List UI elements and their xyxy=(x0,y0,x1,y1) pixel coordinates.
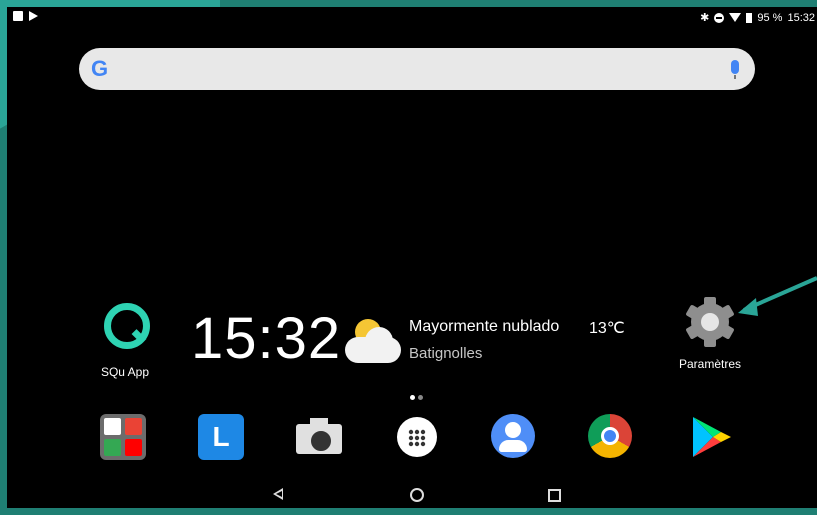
home-button[interactable] xyxy=(410,488,424,502)
bluetooth-icon: ✱ xyxy=(700,12,710,24)
gear-icon xyxy=(685,297,735,347)
squ-app-icon xyxy=(96,297,154,355)
camera-icon[interactable] xyxy=(296,414,342,460)
google-search-bar[interactable]: G xyxy=(79,48,755,90)
microphone-icon[interactable] xyxy=(731,60,739,79)
battery-percent: 95 % xyxy=(757,11,783,24)
weather-description[interactable]: Mayormente nublado xyxy=(409,318,559,336)
page-dot xyxy=(418,395,423,400)
wifi-icon xyxy=(729,13,742,22)
google-apps-folder-icon[interactable] xyxy=(100,414,146,460)
tablet-screen: ✱ 95 % 15:32 G SQu App 15:32 Mayormente … xyxy=(7,7,817,508)
app-drawer-icon[interactable] xyxy=(394,414,440,460)
squ-app-shortcut[interactable]: SQu App xyxy=(85,297,165,379)
play-notification-icon xyxy=(29,11,38,21)
settings-label: Paramètres xyxy=(678,357,742,371)
squ-app-label: SQu App xyxy=(100,365,150,379)
play-store-icon[interactable] xyxy=(687,414,733,460)
gallery-notification-icon xyxy=(13,11,23,21)
status-bar: ✱ 95 % 15:32 xyxy=(7,7,817,29)
partly-cloudy-icon xyxy=(345,317,405,367)
google-logo-icon: G xyxy=(91,56,109,81)
chrome-icon[interactable] xyxy=(588,414,634,460)
weather-temperature[interactable]: 13℃ xyxy=(589,318,625,338)
battery-icon xyxy=(746,12,753,23)
page-dot xyxy=(410,395,415,400)
annotation-arrow-icon xyxy=(738,276,817,316)
clock-widget[interactable]: 15:32 xyxy=(191,305,341,372)
weather-location[interactable]: Batignolles xyxy=(409,345,482,362)
status-time: 15:32 xyxy=(787,11,815,24)
contacts-icon[interactable] xyxy=(491,414,537,460)
back-icon xyxy=(276,491,282,497)
recents-button[interactable] xyxy=(548,489,561,502)
do-not-disturb-icon xyxy=(714,12,725,23)
lens-icon[interactable]: L xyxy=(198,414,244,460)
page-indicator xyxy=(410,395,423,400)
